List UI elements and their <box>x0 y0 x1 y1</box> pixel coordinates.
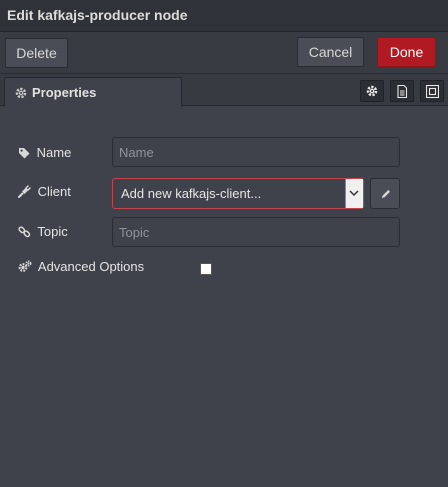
chevron-down-icon[interactable] <box>345 179 363 208</box>
advanced-options-label-text: Advanced Options <box>37 259 145 274</box>
tab-label: Properties <box>32 85 97 100</box>
tab-properties[interactable]: Properties <box>4 77 182 107</box>
link-icon <box>18 224 37 239</box>
dialog-title: Edit kafkajs-producer node <box>7 7 188 23</box>
advanced-options-checkbox[interactable] <box>200 263 212 275</box>
cancel-button[interactable]: Cancel <box>297 37 364 67</box>
node-description-tab-button[interactable] <box>390 80 414 102</box>
name-label-text: Name <box>36 145 72 160</box>
delete-button[interactable]: Delete <box>5 38 68 68</box>
dialog-toolbar: Delete Cancel Done <box>0 32 448 74</box>
topic-label: Topic <box>18 224 68 239</box>
client-select-value: Add new kafkajs-client... <box>121 186 262 201</box>
advanced-options-label: Advanced Options <box>18 259 144 274</box>
plug-icon <box>18 184 38 199</box>
tag-icon <box>18 145 37 160</box>
dialog-titlebar: Edit kafkajs-producer node <box>0 0 448 32</box>
client-label: Client <box>18 184 71 199</box>
done-button[interactable]: Done <box>377 37 436 67</box>
name-label: Name <box>18 145 71 160</box>
gear-icon <box>15 86 27 99</box>
node-appearance-tab-button[interactable] <box>420 80 444 102</box>
edit-client-button[interactable] <box>370 178 400 209</box>
node-settings-tab-button[interactable] <box>360 80 384 102</box>
topic-input[interactable] <box>112 217 400 247</box>
topic-label-text: Topic <box>37 224 68 239</box>
gears-icon <box>18 259 38 274</box>
client-select[interactable]: Add new kafkajs-client... <box>112 178 364 209</box>
client-label-text: Client <box>37 184 71 199</box>
name-input[interactable] <box>112 137 400 167</box>
